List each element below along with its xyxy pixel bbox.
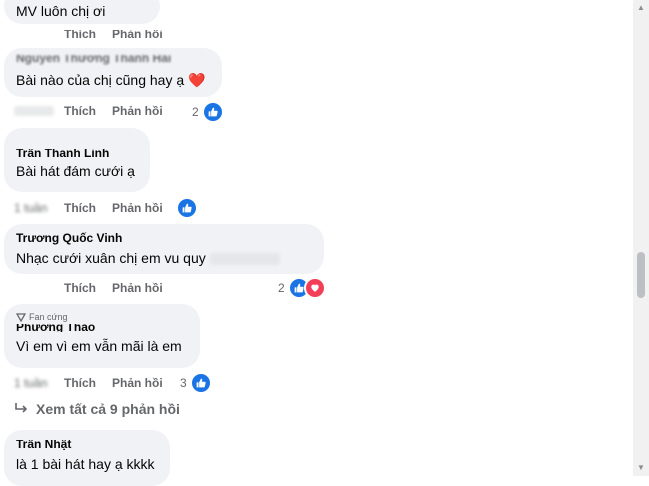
- comment-actions: Thích Phản hồi: [64, 30, 163, 44]
- comment-text: Vì em vì em vẫn mãi là em: [16, 338, 182, 354]
- reply-link[interactable]: Phản hồi: [112, 201, 163, 215]
- comment-time: 1 tuần: [14, 201, 48, 215]
- fan-badge: Fan cứng: [16, 311, 188, 323]
- reply-link[interactable]: Phản hồi: [112, 104, 163, 118]
- reply-link[interactable]: Phản hồi: [112, 281, 163, 295]
- comment-text: là 1 bài hát hay ạ kkkk: [16, 456, 155, 472]
- like-link[interactable]: Thích: [64, 376, 96, 390]
- scroll-down-icon[interactable]: ▼: [636, 463, 646, 473]
- reaction-summary[interactable]: 2: [278, 277, 326, 299]
- comment-author[interactable]: Phương Thảo: [16, 324, 188, 332]
- reaction-count: 2: [192, 105, 199, 119]
- reply-link[interactable]: Phản hồi: [112, 30, 163, 41]
- comment-author[interactable]: Nguyễn Thương Thanh Hải: [16, 55, 210, 65]
- like-link[interactable]: Thích: [64, 281, 96, 295]
- reaction-summary[interactable]: [176, 197, 198, 219]
- reaction-summary[interactable]: 2: [192, 101, 224, 123]
- thumbs-up-icon: [201, 101, 224, 123]
- comment-actions: Thích Phản hồi: [64, 281, 163, 295]
- scroll-up-icon[interactable]: ▲: [636, 3, 646, 13]
- reply-link[interactable]: Phản hồi: [112, 376, 163, 390]
- comment-text: Bài hát đám cưới ạ: [16, 163, 135, 179]
- reaction-count: 3: [180, 376, 187, 390]
- comment-bubble: Trần Nhật là 1 bài hát hay ạ kkkk: [4, 430, 170, 486]
- thumbs-up-icon: [189, 372, 212, 394]
- reaction-count: 2: [278, 281, 285, 295]
- like-link[interactable]: Thích: [64, 104, 96, 118]
- comment-text: Bài nào của chị cũng hay ạ ❤️: [16, 72, 206, 88]
- badge-icon: [16, 312, 26, 322]
- comment-bubble: Trương Quốc Vinh Nhạc cưới xuân chị em v…: [4, 224, 324, 274]
- comment-actions: Thích Phản hồi: [14, 104, 163, 118]
- comment-author[interactable]: Trương Quốc Vinh: [16, 231, 312, 245]
- scrollbar[interactable]: ▲ ▼: [633, 0, 649, 476]
- comment-author[interactable]: Trần Thanh Linh: [16, 149, 138, 159]
- comment-actions: 1 tuần Thích Phản hồi: [14, 201, 163, 215]
- comment-bubble: MV luôn chị ơi: [4, 0, 160, 24]
- thumbs-up-icon: [176, 197, 198, 219]
- view-more-replies-label: Xem tất cả 9 phản hồi: [36, 401, 180, 417]
- scroll-thumb[interactable]: [637, 252, 645, 298]
- view-more-replies-link[interactable]: Xem tất cả 9 phản hồi: [14, 401, 180, 417]
- comment-time: 1 tuần: [14, 376, 48, 390]
- heart-emoji: ❤️: [188, 72, 206, 88]
- reply-arrow-icon: [15, 403, 28, 413]
- reaction-summary[interactable]: 3: [180, 372, 212, 394]
- redacted-text: [209, 253, 280, 266]
- heart-icon: [303, 277, 326, 299]
- comment-time: [14, 106, 54, 116]
- like-link[interactable]: Thích: [64, 30, 96, 41]
- comment-bubble: Fan cứng Phương Thảo Vì em vì em vẫn mãi…: [4, 304, 200, 368]
- comment-author[interactable]: Trần Nhật: [16, 440, 158, 450]
- like-link[interactable]: Thích: [64, 201, 96, 215]
- comment-bubble: Trần Thanh Linh Bài hát đám cưới ạ: [4, 128, 150, 192]
- comment-bubble: Nguyễn Thương Thanh Hải Bài nào của chị …: [4, 48, 222, 97]
- comment-text: MV luôn chị ơi: [16, 3, 106, 19]
- comment-actions: 1 tuần Thích Phản hồi: [14, 376, 163, 390]
- comment-text: Nhạc cưới xuân chị em vu quy: [16, 249, 312, 268]
